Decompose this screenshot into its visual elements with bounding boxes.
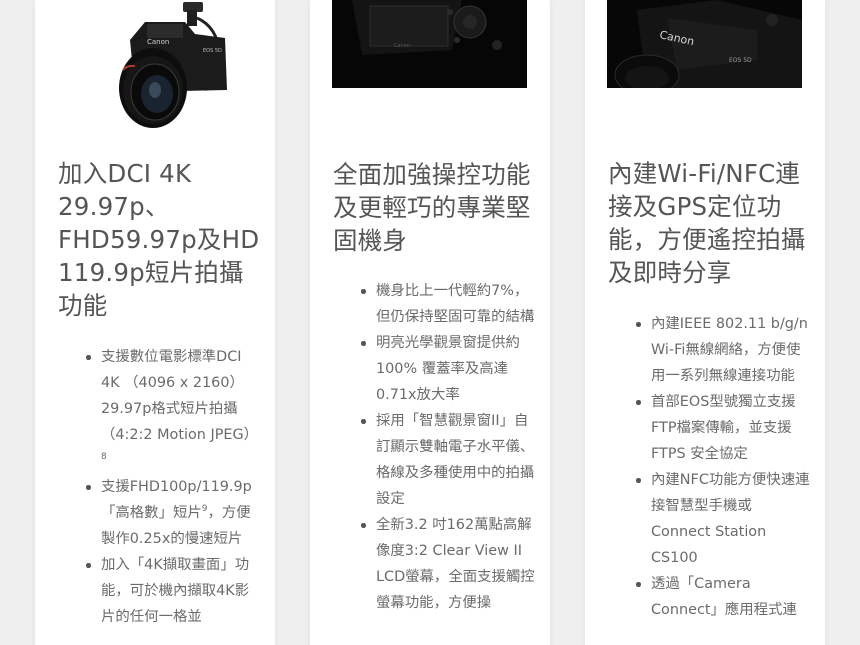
feature-list: 內建IEEE 802.11 b/g/n Wi-Fi無線網絡，方便使用一系列無線連… — [625, 311, 811, 623]
footnote-ref[interactable]: 8 — [101, 452, 107, 462]
canon-logo: Canon — [394, 43, 410, 49]
list-item: 採用「智慧觀景窗II」自訂顯示雙軸電子水平儀、格線及多種使用中的拍攝設定 — [361, 408, 536, 512]
model-badge: EOS 5D — [729, 57, 752, 64]
list-item: 透過「Camera Connect」應用程式連 — [636, 571, 811, 623]
list-item: 首部EOS型號獨立支援FTP檔案傳輸，並支援FTPS 安全協定 — [636, 389, 811, 467]
feature-title: 全面加強操控功能及更輕巧的專業堅固機身 — [333, 160, 531, 255]
canon-logo: Canon — [147, 38, 169, 46]
feature-list: 機身比上一代輕約7%，但仍保持堅固可靠的結構 明亮光學觀景窗提供約100% 覆蓋… — [350, 278, 536, 616]
list-item: 內建IEEE 802.11 b/g/n Wi-Fi無線網絡，方便使用一系列無線連… — [636, 311, 811, 389]
camera-top-image: Canon EOS 5D — [607, 0, 802, 88]
model-badge: EOS 5D — [203, 48, 222, 54]
feature-card-connectivity: Canon EOS 5D 內建Wi-Fi/NFC連接及GPS定位功能，方便遙控拍… — [585, 0, 825, 645]
feature-card-video: Canon EOS 5D 加入DCI 4K 29.97p、FHD59.97p及H… — [35, 0, 275, 645]
camera-with-microphone-image: Canon EOS 5D — [75, 0, 235, 135]
feature-card-handling: Canon 全面加強操控功能及更輕巧的專業堅固機身 機身比上一代輕約7%，但仍保… — [310, 0, 550, 645]
list-item: 支援數位電影標準DCI 4K （4096 x 2160）29.97p格式短片拍攝… — [86, 344, 263, 474]
list-item: 明亮光學觀景窗提供約100% 覆蓋率及高達0.71x放大率 — [361, 330, 536, 408]
feature-title: 加入DCI 4K 29.97p、FHD59.97p及HD 119.9p短片拍攝功… — [58, 159, 260, 320]
feature-list: 支援數位電影標準DCI 4K （4096 x 2160）29.97p格式短片拍攝… — [75, 344, 263, 630]
list-item: 內建NFC功能方便快速連接智慧型手機或Connect Station CS100 — [636, 467, 811, 571]
list-item: 支援FHD100p/119.9p「高格數」短片9，方便製作0.25x的慢速短片 — [86, 474, 263, 552]
list-item: 機身比上一代輕約7%，但仍保持堅固可靠的結構 — [361, 278, 536, 330]
page: Canon EOS 5D 加入DCI 4K 29.97p、FHD59.97p及H… — [0, 0, 860, 645]
camera-rear-image: Canon — [332, 0, 527, 88]
feature-title: 內建Wi-Fi/NFC連接及GPS定位功能，方便遙控拍攝及即時分享 — [608, 159, 806, 287]
list-item: 全新3.2 吋162萬點高解像度3:2 Clear View II LCD螢幕，… — [361, 512, 536, 616]
list-item: 加入「4K擷取畫面」功能，可於機內擷取4K影片的任何一格並 — [86, 552, 263, 630]
